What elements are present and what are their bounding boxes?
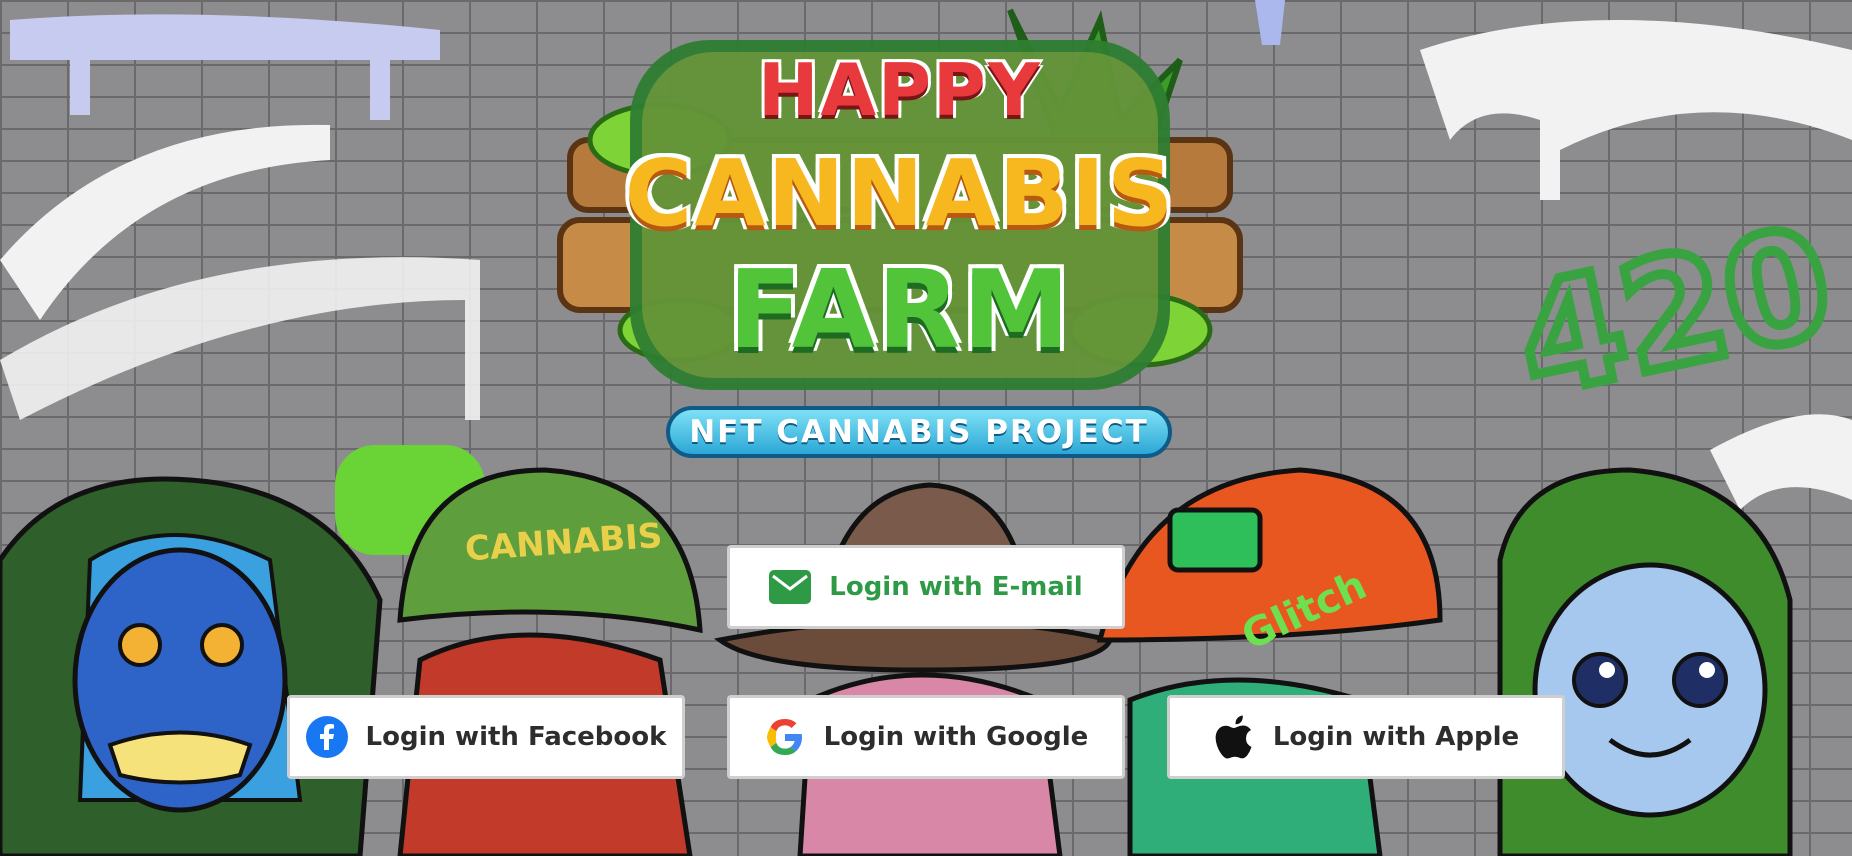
google-icon [764, 716, 806, 758]
login-google-button[interactable]: Login with Google [727, 695, 1125, 779]
happy-cannabis-farm-logo: HAPPY CANNABIS FARM NFT CANNABIS PROJECT [540, 0, 1260, 470]
login-email-label: Login with E-mail [829, 572, 1083, 602]
facebook-icon [305, 716, 348, 758]
login-apple-label: Login with Apple [1272, 722, 1520, 752]
white-graffiti-loop-right [1710, 414, 1852, 510]
apple-icon [1213, 715, 1255, 759]
white-graffiti-drip-left [0, 257, 480, 420]
login-email-button[interactable]: Login with E-mail [727, 545, 1125, 629]
green-paint-blob [335, 445, 485, 555]
login-facebook-label: Login with Facebook [365, 722, 667, 752]
login-google-label: Login with Google [823, 722, 1089, 752]
mail-icon [769, 566, 812, 608]
white-graffiti-swoosh-right [1420, 20, 1852, 200]
graffiti-420-tag: 420 [1503, 195, 1845, 430]
logo-word-farm: FARM [728, 248, 1072, 373]
lavender-paint-drip [10, 14, 440, 120]
login-facebook-button[interactable]: Login with Facebook [287, 695, 685, 779]
login-apple-button[interactable]: Login with Apple [1167, 695, 1565, 779]
logo-word-cannabis: CANNABIS [624, 140, 1176, 247]
logo-word-happy: HAPPY [758, 48, 1042, 132]
nft-project-badge: NFT CANNABIS PROJECT [666, 406, 1172, 458]
